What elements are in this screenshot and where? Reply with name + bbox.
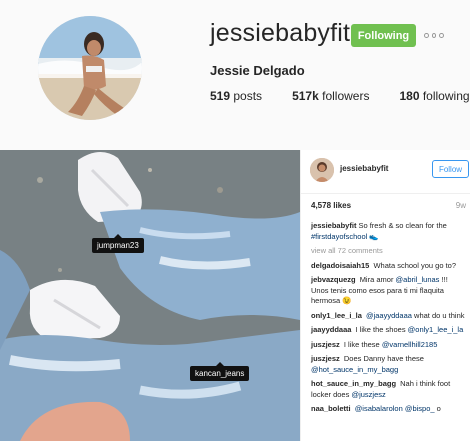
comment: juszjesz Does Danny have these @hot_sauc… [311, 354, 466, 375]
photo-tag-jumpman23[interactable]: jumpman23 [92, 234, 144, 253]
comment-text: Does Danny have these [343, 354, 424, 363]
profile-avatar-image [38, 16, 142, 120]
comment-text: I like the shoes [355, 325, 406, 334]
followers-count[interactable]: 517k followers [292, 89, 369, 103]
comment: delgadoisaiah15 Whata school you go to? [311, 261, 466, 272]
more-options-icon[interactable] [424, 29, 445, 41]
profile-full-name: Jessie Delgado [210, 63, 305, 78]
comment: only1_lee_i_la @jaayyddaaa what do u thi… [311, 311, 466, 322]
comment-text: Mira amor [359, 275, 394, 284]
following-count[interactable]: 180 following [399, 89, 469, 103]
avatar-image [310, 158, 334, 182]
comment-user[interactable]: delgadoisaiah15 [311, 261, 369, 270]
comment-mention[interactable]: @varnellhill2185 [382, 340, 438, 349]
post-author-username[interactable]: jessiebabyfit [340, 164, 388, 173]
comment: naa_boletti @isabalarolon @bispo_ o [311, 404, 466, 415]
post-time: 9w [455, 201, 466, 210]
caption-user[interactable]: jessiebabyfit [311, 221, 356, 230]
likes-row: 4,578 likes 9w [301, 194, 470, 214]
comment-text: what do u think [414, 310, 465, 320]
post-image [0, 150, 300, 441]
follow-button[interactable]: Follow [432, 160, 469, 178]
dot [424, 32, 429, 38]
caption-hashtag[interactable]: #firstdayofschool [311, 232, 367, 241]
caption: jessiebabyfit So fresh & so clean for the… [311, 221, 466, 242]
comment-text: o [436, 404, 441, 413]
profile-stats: 519 posts 517k followers 180 following [210, 89, 470, 103]
profile-header: jessiebabyfit Following Jessie Delgado 5… [0, 0, 470, 148]
following-button[interactable]: Following [351, 24, 416, 47]
caption-emoji: 👟 [369, 231, 379, 241]
comment-user[interactable]: juszjesz [311, 354, 340, 363]
comment-mention[interactable]: @jaayyddaaa [366, 311, 412, 320]
comment: juszjesz I like these @varnellhill2185 [311, 340, 466, 351]
comment-mention[interactable]: @hot_sauce_in_my_bagg [311, 365, 398, 374]
comment-mention[interactable]: @only1_lee_i_la [408, 325, 464, 334]
comment-user[interactable]: jebvazquezg [311, 275, 356, 284]
post-header: jessiebabyfit Follow [301, 150, 470, 194]
comments-list: jessiebabyfit So fresh & so clean for the… [311, 221, 466, 419]
comment-text: Whata school you go to? [373, 260, 457, 270]
caption-text: So fresh & so clean for the [358, 221, 447, 230]
photo-tag-kancan-jeans[interactable]: kancan_jeans [190, 362, 250, 381]
comment-mention[interactable]: @juszjesz [351, 390, 385, 399]
comment-user[interactable]: juszjesz [311, 340, 340, 349]
profile-username: jessiebabyfit [210, 19, 351, 47]
comment-text: I like these [343, 339, 380, 349]
comment-user[interactable]: naa_boletti [311, 404, 351, 413]
view-all-comments-link[interactable]: view all 72 comments [311, 246, 466, 257]
likes-count[interactable]: 4,578 likes [311, 201, 351, 210]
comment-user[interactable]: jaayyddaaa [311, 325, 351, 334]
posts-count: 519 posts [210, 89, 263, 103]
post-sidebar: jessiebabyfit Follow 4,578 likes 9w jess… [300, 150, 470, 441]
profile-avatar[interactable] [38, 16, 142, 120]
comment: jaayyddaaa I like the shoes @only1_lee_i… [311, 325, 466, 336]
comment: hot_sauce_in_my_bagg Nah i think foot lo… [311, 379, 466, 400]
post-author-avatar[interactable] [310, 158, 334, 182]
dot [431, 32, 437, 38]
comment-user[interactable]: only1_lee_i_la [311, 311, 362, 320]
comment-mention[interactable]: @abril_lunas [396, 275, 440, 284]
comment: jebvazquezg Mira amor @abril_lunas !!! U… [311, 275, 466, 307]
dot [439, 32, 445, 38]
comment-mention[interactable]: @isabalarolon @bispo_ [355, 404, 435, 413]
post-photo[interactable]: jumpman23 kancan_jeans [0, 150, 300, 441]
comment-user[interactable]: hot_sauce_in_my_bagg [311, 379, 396, 388]
